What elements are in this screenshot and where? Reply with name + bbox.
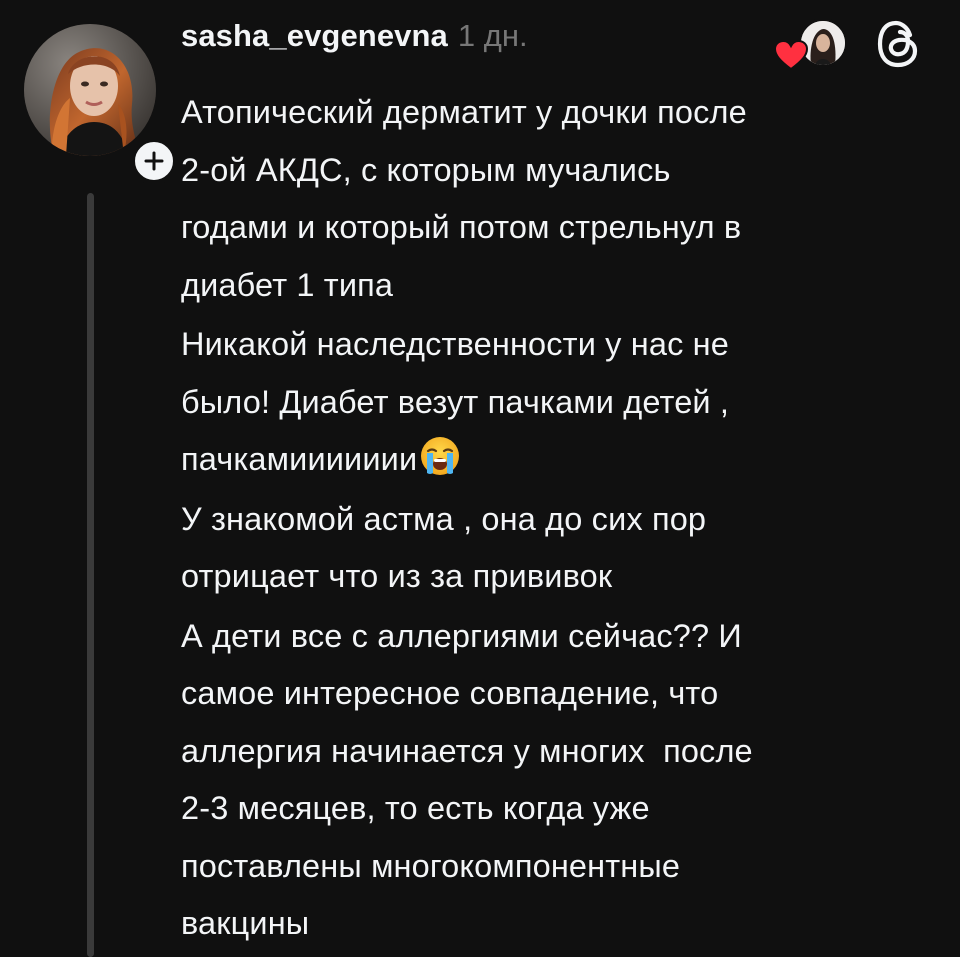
author-avatar-container[interactable]	[24, 24, 178, 185]
threads-logo-icon[interactable]	[874, 18, 922, 70]
post-body: Атопический дерматит у дочки после 2-ой …	[181, 84, 951, 955]
thread-connector-line	[87, 193, 94, 957]
username[interactable]: sasha_evgenevna	[181, 18, 448, 54]
follow-button[interactable]	[130, 137, 178, 185]
liked-by-author-indicator	[774, 18, 852, 70]
avatar-image	[24, 24, 156, 156]
post-timestamp[interactable]: 1 дн.	[458, 18, 528, 54]
loudly-crying-face-emoji	[419, 435, 461, 477]
post-paragraph: Никакой наследственности у нас не было! …	[181, 316, 951, 489]
post-paragraph: А дети все с аллергиями сейчас?? И самое…	[181, 617, 753, 942]
plus-icon	[144, 151, 164, 171]
heart-icon	[774, 40, 808, 70]
post-paragraph: Атопический дерматит у дочки после 2-ой …	[181, 94, 747, 303]
avatar[interactable]	[24, 24, 156, 156]
post-paragraph: У знакомой астма , она до сих пор отрица…	[181, 500, 707, 595]
loudly-crying-face-icon	[421, 437, 460, 475]
post-header: sasha_evgenevna 1 дн.	[181, 18, 528, 68]
